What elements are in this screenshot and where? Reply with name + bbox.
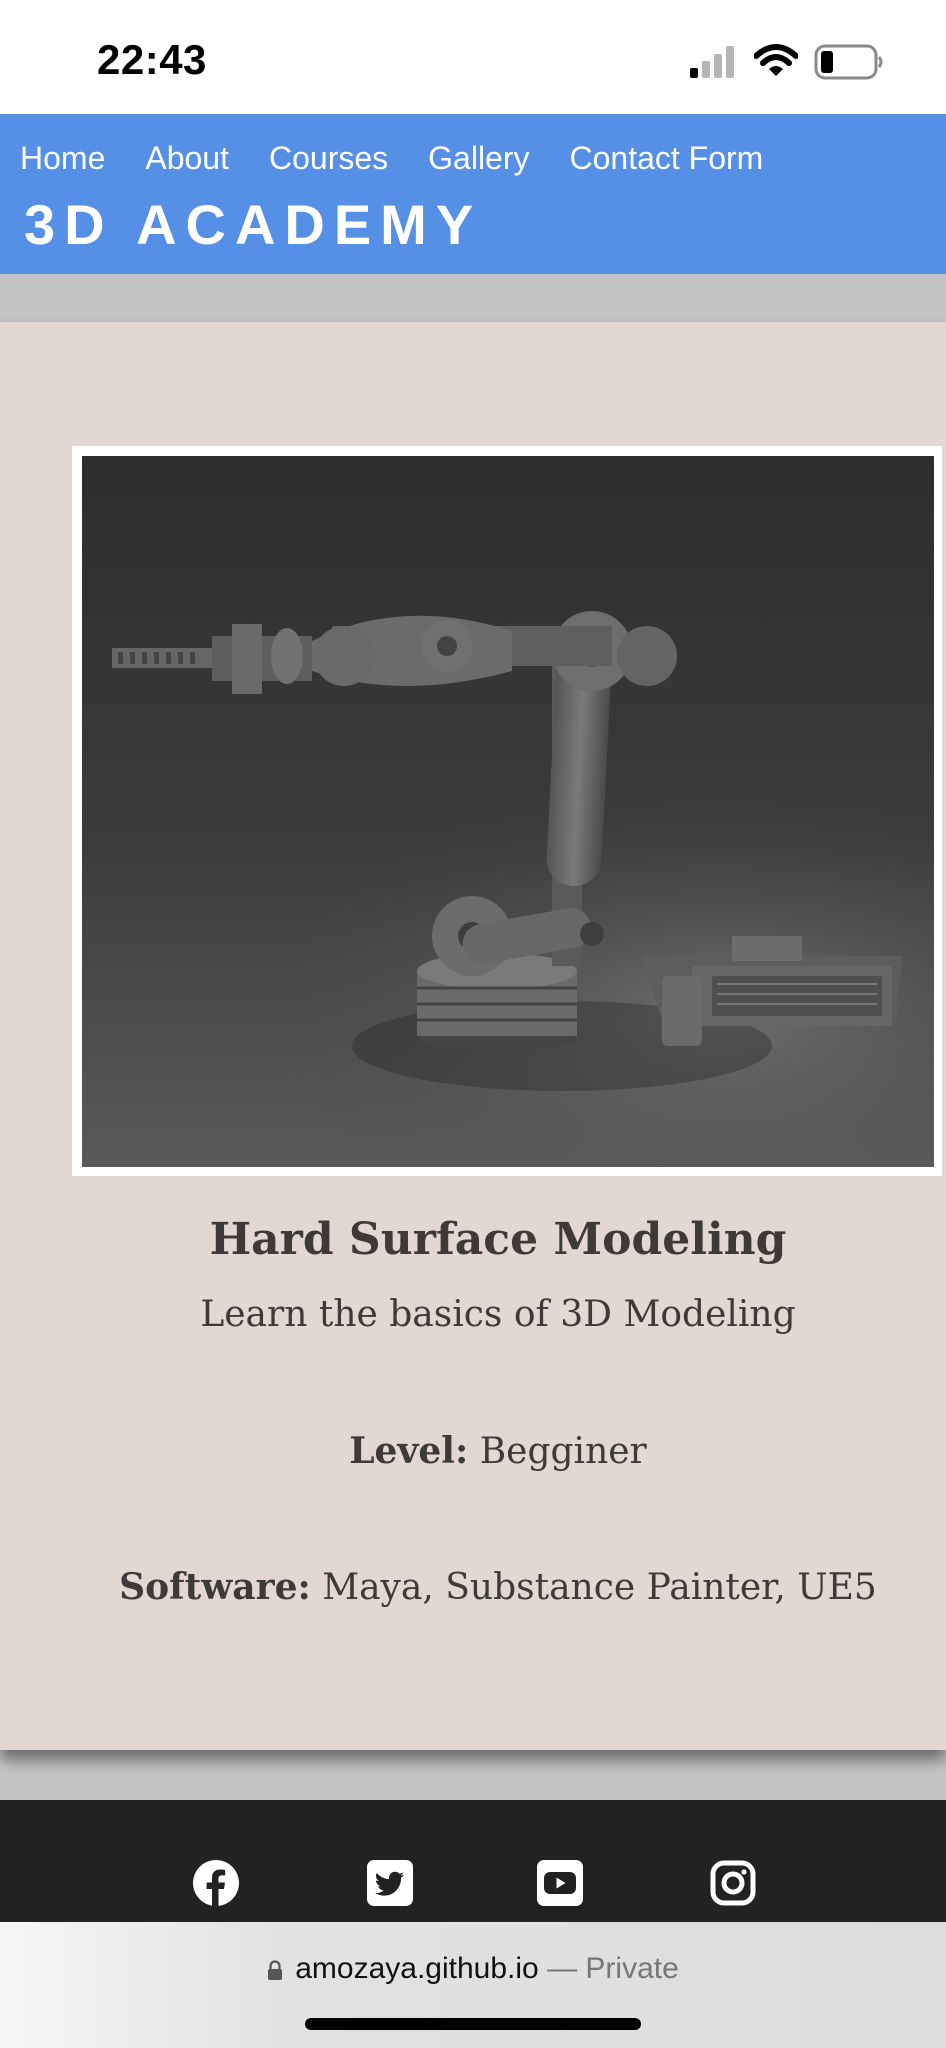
nav-link-home[interactable]: Home [20,140,105,177]
status-bar: 22:43 [0,0,946,114]
level-value: Begginer [479,1431,647,1472]
course-image-frame [72,446,942,1176]
lock-icon [268,1960,283,1980]
main-nav: Home About Courses Gallery Contact Form [20,140,803,177]
instagram-icon[interactable] [710,1860,756,1906]
robot-arm-render-image [82,456,934,1167]
privacy-label: Private [585,1952,679,1985]
nav-link-contact-form[interactable]: Contact Form [570,140,764,177]
youtube-icon[interactable] [537,1860,583,1906]
divider-strip [0,274,946,322]
software-label: Software: [119,1566,311,1608]
nav-link-about[interactable]: About [145,140,229,177]
course-subtitle: Learn the basics of 3D Modeling [200,1294,796,1335]
course-title: Hard Surface Modeling [209,1214,787,1265]
url-domain: amozaya.github.io [295,1952,539,1985]
software-value: Maya, Substance Painter, UE5 [322,1567,877,1608]
browser-url-bar[interactable]: amozaya.github.io — Private [0,1922,946,2048]
home-indicator[interactable] [305,2018,641,2030]
site-header: Home About Courses Gallery Contact Form … [0,114,946,274]
course-level: Level: Begginer [0,1430,946,1472]
site-brand[interactable]: 3D ACADEMY [24,192,482,257]
wifi-icon [754,44,798,76]
level-label: Level: [349,1430,469,1472]
site-footer [0,1800,946,1922]
course-card: Hard Surface Modeling Learn the basics o… [0,322,946,1750]
nav-link-courses[interactable]: Courses [269,140,388,177]
twitter-icon[interactable] [367,1860,413,1906]
facebook-icon[interactable] [193,1860,239,1906]
url-display[interactable]: amozaya.github.io — Private [0,1952,946,1986]
course-software: Software: Maya, Substance Painter, UE5 [0,1566,946,1608]
battery-icon [814,44,883,80]
url-separator: — [547,1952,578,1985]
nav-link-gallery[interactable]: Gallery [428,140,529,177]
signal-icon [690,46,734,78]
status-time: 22:43 [97,36,207,83]
